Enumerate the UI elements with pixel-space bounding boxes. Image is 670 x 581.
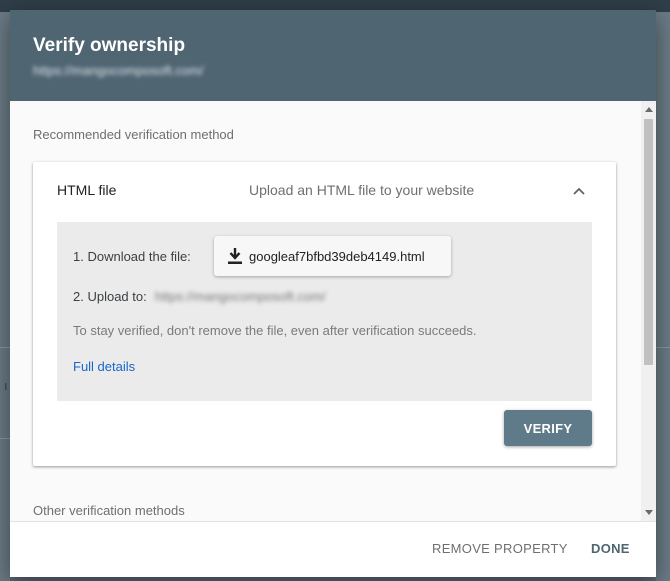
step-download-label: 1. Download the file: [73, 249, 191, 264]
verify-ownership-dialog: Verify ownership https://mangocomposoft.… [10, 10, 656, 577]
backdrop-glyph: ı [4, 378, 8, 393]
dialog-footer: REMOVE PROPERTY DONE [10, 521, 656, 577]
backdrop-divider [0, 347, 10, 348]
remove-property-button[interactable]: REMOVE PROPERTY [432, 541, 568, 556]
full-details-link[interactable]: Full details [73, 359, 135, 374]
scroll-up-icon[interactable] [644, 105, 653, 114]
method-instructions-panel: 1. Download the file: googleaf7bfbd39deb… [57, 222, 592, 401]
upload-url: https://mangocomposoft.com/ [155, 289, 326, 304]
scrollbar-thumb[interactable] [644, 119, 653, 365]
backdrop-divider [0, 438, 10, 439]
backdrop-divider [656, 347, 670, 348]
step-upload-label: 2. Upload to: [73, 289, 147, 304]
scrollbar[interactable] [641, 101, 656, 521]
dialog-header: Verify ownership https://mangocomposoft.… [10, 10, 656, 101]
method-title[interactable]: HTML file [57, 182, 116, 198]
property-url: https://mangocomposoft.com/ [33, 63, 204, 78]
html-file-method-card: HTML file Upload an HTML file to your we… [33, 162, 616, 466]
backdrop-left: ı [0, 12, 10, 581]
collapse-chevron-icon[interactable] [570, 182, 588, 200]
other-methods-label: Other verification methods [33, 503, 185, 518]
scroll-down-icon[interactable] [644, 508, 653, 517]
recommended-method-label: Recommended verification method [33, 127, 234, 142]
download-filename: googleaf7bfbd39deb4149.html [249, 248, 425, 264]
method-description: Upload an HTML file to your website [249, 182, 475, 198]
download-icon [227, 247, 243, 265]
verify-button[interactable]: VERIFY [504, 410, 592, 446]
stay-verified-note: To stay verified, don't remove the file,… [73, 323, 477, 338]
download-file-button[interactable]: googleaf7bfbd39deb4149.html [214, 236, 451, 276]
dialog-title: Verify ownership [33, 35, 186, 56]
backdrop-right [656, 12, 670, 581]
dialog-body: Recommended verification method HTML fil… [10, 101, 656, 521]
done-button[interactable]: DONE [591, 541, 630, 556]
